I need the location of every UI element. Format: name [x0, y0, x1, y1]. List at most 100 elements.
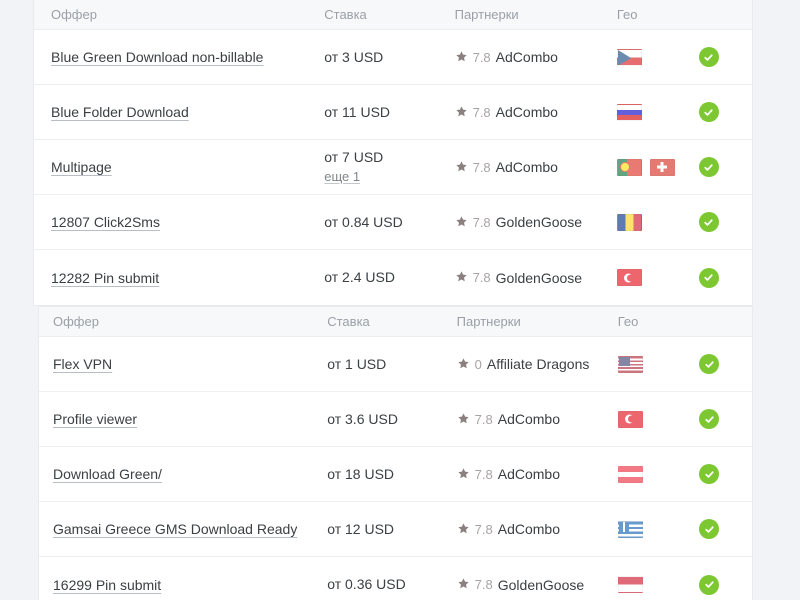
network-name[interactable]: AdCombo: [498, 466, 560, 482]
offers-page: Оффер Ставка Партнерки Гео Blue Green Do…: [0, 0, 800, 600]
network-cell: 7.8 AdCombo: [457, 466, 618, 482]
table-row[interactable]: Blue Green Download non-billable от 3 USD…: [34, 30, 752, 85]
rate-cell: от 12 USD: [327, 520, 456, 539]
rate-cell: от 1 USD: [327, 355, 456, 374]
table-body: Flex VPN от 1 USD 0 Affiliate Dragons Profil…: [39, 337, 752, 600]
column-header-offer: Оффер: [51, 7, 97, 22]
flag-icon-id: [617, 576, 643, 593]
star-icon: [455, 160, 468, 173]
star-icon: [457, 522, 470, 535]
star-icon: [455, 50, 468, 63]
status-cell: [698, 267, 752, 288]
network-name[interactable]: AdCombo: [496, 159, 558, 175]
offer-cell: Multipage: [34, 159, 324, 175]
rate-cell: от 3.6 USD: [327, 410, 456, 429]
network-name[interactable]: AdCombo: [498, 521, 560, 537]
geo-cell: [617, 520, 700, 538]
network-name[interactable]: AdCombo: [498, 411, 560, 427]
offer-link[interactable]: Profile viewer: [53, 411, 137, 427]
network-rating: 7.8: [474, 411, 493, 427]
geo-cell: [616, 48, 699, 66]
check-circle-icon: [699, 464, 720, 484]
offer-link[interactable]: Blue Green Download non-billable: [51, 49, 263, 65]
rate-value: от 12 USD: [327, 520, 395, 537]
rate-value: от 18 USD: [327, 465, 395, 482]
check-circle-icon: [698, 267, 719, 288]
flag-icon-tr: [616, 269, 642, 286]
table-body: Blue Green Download non-billable от 3 USD…: [34, 30, 752, 305]
table-header-row: Оффер Ставка Партнерки Гео: [34, 0, 752, 30]
offer-cell: Profile viewer: [39, 411, 327, 427]
table-row[interactable]: Flex VPN от 1 USD 0 Affiliate Dragons: [39, 337, 752, 392]
check-circle-icon: [699, 354, 720, 374]
offer-link[interactable]: Download Green/: [53, 466, 162, 482]
network-rating: 7.8: [472, 104, 491, 120]
network-cell: 7.8 AdCombo: [457, 521, 618, 537]
table-row[interactable]: 12282 Pin submit от 2.4 USD 7.8 GoldenGoose: [34, 250, 752, 305]
offers-table-2: Оффер Ставка Партнерки Гео Flex VPN от 1 …: [38, 306, 753, 600]
offer-link[interactable]: Gamsai Greece GMS Download Ready: [53, 521, 297, 537]
status-cell: [698, 212, 752, 232]
offer-link[interactable]: Blue Folder Download: [51, 104, 189, 120]
network-rating: 7.8: [472, 270, 491, 285]
flag-icon-si: [616, 103, 642, 121]
geo-cell: [616, 158, 699, 176]
offer-cell: 12807 Click2Sms: [34, 214, 324, 230]
rate-value: от 2.4 USD: [324, 269, 395, 286]
network-cell: 7.8 AdCombo: [455, 49, 617, 65]
geo-cell: [616, 103, 699, 121]
offer-link[interactable]: Flex VPN: [53, 356, 112, 372]
column-header-geo: Гео: [617, 314, 639, 329]
flag-icon-ch: [649, 158, 675, 176]
offer-link[interactable]: 12807 Click2Sms: [51, 214, 160, 230]
rate-value: от 1 USD: [327, 355, 387, 372]
table-row[interactable]: Profile viewer от 3.6 USD 7.8 AdCombo: [39, 392, 752, 447]
offer-link[interactable]: 12282 Pin submit: [51, 270, 159, 286]
offer-link[interactable]: 16299 Pin submit: [53, 577, 161, 593]
table-row[interactable]: Multipage от 7 USD еще 1 7.8 AdCombo: [34, 140, 752, 195]
network-name[interactable]: Affiliate Dragons: [487, 356, 589, 372]
table-row[interactable]: 12807 Click2Sms от 0.84 USD 7.8 GoldenGoose: [34, 195, 752, 250]
network-cell: 7.8 GoldenGoose: [457, 577, 618, 593]
star-icon: [455, 215, 468, 228]
offer-link[interactable]: Multipage: [51, 159, 112, 175]
status-cell: [699, 464, 752, 484]
flag-icon-tr: [617, 410, 643, 428]
rate-cell: от 0.84 USD: [324, 213, 454, 232]
table-row[interactable]: Download Green/от 18 USD 7.8 AdCombo: [39, 447, 752, 502]
offer-cell: Blue Green Download non-billable: [34, 49, 324, 65]
network-name[interactable]: AdCombo: [496, 49, 558, 65]
rate-value: от 0.84 USD: [324, 213, 403, 230]
offer-cell: 16299 Pin submit: [39, 577, 327, 593]
star-icon: [457, 357, 470, 370]
rate-more-link[interactable]: еще 1: [324, 168, 360, 186]
star-icon: [457, 467, 470, 480]
network-cell: 7.8 AdCombo: [455, 159, 617, 175]
check-circle-icon: [698, 102, 719, 122]
table-row[interactable]: Blue Folder Download от 11 USD 7.8 AdCombo: [34, 85, 752, 140]
star-icon: [455, 270, 468, 283]
geo-cell: [617, 576, 700, 593]
star-icon: [457, 412, 470, 425]
network-cell: 0 Affiliate Dragons: [457, 356, 618, 372]
table-row[interactable]: Gamsai Greece GMS Download Ready от 12 US…: [39, 502, 752, 557]
geo-cell: [617, 410, 700, 428]
network-name[interactable]: AdCombo: [496, 104, 558, 120]
rate-value: от 3 USD: [324, 48, 384, 65]
column-header-rate: Ставка: [327, 314, 370, 329]
status-cell: [699, 409, 752, 429]
table-row[interactable]: 16299 Pin submit от 0.36 USD 7.8 GoldenGoos…: [39, 557, 752, 600]
rate-cell: от 2.4 USD: [324, 268, 454, 287]
check-circle-icon: [698, 157, 719, 177]
table-header-row: Оффер Ставка Партнерки Гео: [39, 307, 752, 337]
flag-icon-ro: [616, 213, 642, 231]
geo-cell: [617, 465, 700, 483]
status-cell: [698, 102, 752, 122]
network-name[interactable]: GoldenGoose: [496, 270, 582, 286]
flag-icon-us: [617, 355, 643, 373]
offer-cell: 12282 Pin submit: [34, 270, 324, 286]
network-rating: 7.8: [472, 159, 491, 175]
network-name[interactable]: GoldenGoose: [498, 577, 584, 593]
column-header-geo: Гео: [616, 7, 638, 22]
network-name[interactable]: GoldenGoose: [496, 214, 582, 230]
